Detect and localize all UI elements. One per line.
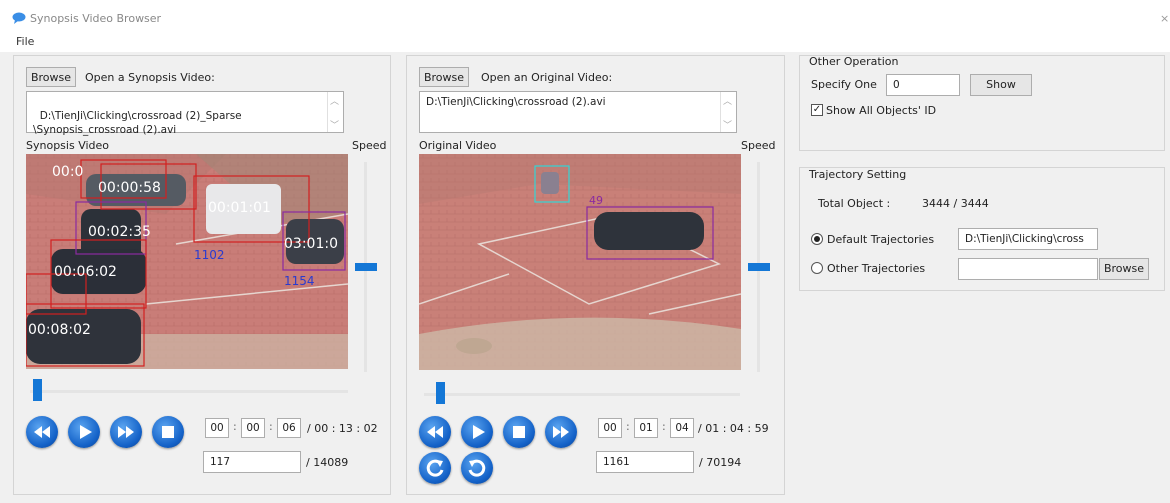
show-button[interactable]: Show — [970, 74, 1032, 96]
total-object-value: 3444 / 3444 — [922, 197, 989, 210]
original-path-scrollbar[interactable]: ︿ ﹀ — [720, 92, 736, 132]
synopsis-browse-button[interactable]: Browse — [26, 67, 76, 87]
overlay-label: 00:00:58 — [98, 180, 161, 196]
default-trajectories-path[interactable]: D:\TienJi\Clicking\cross — [958, 228, 1098, 250]
original-stop-button[interactable] — [503, 416, 535, 448]
other-trajectories-path[interactable] — [958, 258, 1098, 280]
original-video-label: Original Video — [419, 139, 497, 152]
synopsis-total-time: / 00 : 13 : 02 — [307, 422, 378, 435]
overlay-label: 00:01:01 — [208, 200, 271, 216]
original-play-button[interactable] — [461, 416, 493, 448]
original-minutes-field[interactable]: 01 — [634, 418, 658, 438]
original-frame-field[interactable]: 1161 — [596, 451, 694, 473]
original-open-label: Open an Original Video: — [481, 71, 613, 84]
original-speed-slider[interactable] — [748, 263, 770, 271]
synopsis-seconds-field[interactable]: 06 — [277, 418, 301, 438]
show-all-ids-label: Show All Objects' ID — [826, 104, 937, 117]
original-path-field[interactable]: D:\TienJi\Clicking\crossroad (2).avi — [419, 91, 737, 133]
specify-one-label: Specify One — [811, 78, 877, 91]
synopsis-seek-slider[interactable] — [33, 379, 43, 401]
specify-one-input[interactable]: 0 — [886, 74, 960, 96]
original-seek-track — [424, 393, 740, 396]
synopsis-open-label: Open a Synopsis Video: — [85, 71, 215, 84]
synopsis-speed-slider[interactable] — [355, 263, 377, 271]
rewind-icon — [34, 426, 50, 438]
overlay-label: 49 — [589, 194, 603, 207]
overlay-label: 00:08:02 — [28, 322, 91, 338]
overlay-label: 03:01:0 — [284, 236, 338, 252]
other-operation-group — [799, 55, 1165, 151]
trajectory-setting-title: Trajectory Setting — [809, 168, 907, 181]
play-button[interactable] — [68, 416, 100, 448]
other-trajectories-radio[interactable] — [811, 262, 823, 274]
checkmark-icon: ✓ — [812, 104, 822, 115]
time-separator: : — [269, 420, 273, 433]
synopsis-frame-total: / 14089 — [306, 456, 349, 469]
trajectory-browse-button[interactable]: Browse — [1099, 258, 1149, 280]
synopsis-video[interactable]: 00:0 00:00:58 00:01:01 00:02:35 00:06:02… — [26, 154, 348, 369]
rotate-left-icon — [426, 459, 444, 477]
original-rewind-button[interactable] — [419, 416, 451, 448]
rewind-button[interactable] — [26, 416, 58, 448]
title-bar — [0, 0, 1170, 32]
original-fast-forward-button[interactable] — [545, 416, 577, 448]
default-trajectories-label: Default Trajectories — [827, 233, 935, 246]
other-trajectories-label: Other Trajectories — [827, 262, 926, 275]
show-all-ids-checkbox[interactable]: ✓ — [811, 104, 823, 116]
total-object-label: Total Object : — [818, 197, 891, 210]
rotate-right-icon — [468, 459, 486, 477]
fast-forward-icon — [118, 426, 134, 438]
app-icon — [12, 12, 26, 24]
synopsis-path-text: D:\TienJi\Clicking\crossroad (2)_Sparse … — [33, 110, 242, 136]
fast-forward-icon — [553, 426, 569, 438]
menu-bar — [0, 32, 1170, 52]
play-icon — [80, 425, 92, 439]
close-icon[interactable]: × — [1160, 12, 1169, 25]
overlay-label: 1154 — [284, 274, 315, 288]
synopsis-video-label: Synopsis Video — [26, 139, 110, 152]
original-frame-total: / 70194 — [699, 456, 742, 469]
original-seconds-field[interactable]: 04 — [670, 418, 694, 438]
original-seek-slider[interactable] — [436, 382, 446, 404]
original-hours-field[interactable]: 00 — [598, 418, 622, 438]
window-title: Synopsis Video Browser — [30, 12, 162, 25]
overlay-label: 00:06:02 — [54, 264, 117, 280]
overlay-label: 00:0 — [52, 164, 83, 180]
menu-file[interactable]: File — [16, 35, 34, 48]
overlay-label: 1102 — [194, 248, 225, 262]
time-separator: : — [233, 420, 237, 433]
synopsis-path-scrollbar[interactable]: ︿ ﹀ — [327, 92, 343, 132]
original-total-time: / 01 : 04 : 59 — [698, 422, 769, 435]
other-operation-title: Other Operation — [809, 55, 899, 68]
synopsis-path-field[interactable]: D:\TienJi\Clicking\crossroad (2)_Sparse … — [26, 91, 344, 136]
default-trajectories-radio[interactable] — [811, 233, 823, 245]
synopsis-seek-track — [30, 390, 348, 393]
play-icon — [473, 425, 485, 439]
original-video[interactable]: 49 — [419, 154, 741, 370]
stop-button[interactable] — [152, 416, 184, 448]
overlay-label: 00:02:35 — [88, 224, 151, 240]
stop-icon — [513, 426, 525, 438]
stop-icon — [162, 426, 174, 438]
original-browse-button[interactable]: Browse — [419, 67, 469, 87]
sync-right-button[interactable] — [461, 452, 493, 484]
fast-forward-button[interactable] — [110, 416, 142, 448]
synopsis-frame-field[interactable]: 117 — [203, 451, 301, 473]
sync-left-button[interactable] — [419, 452, 451, 484]
synopsis-hours-field[interactable]: 00 — [205, 418, 229, 438]
original-path-text: D:\TienJi\Clicking\crossroad (2).avi — [426, 96, 606, 108]
synopsis-speed-label: Speed — [352, 139, 387, 152]
rewind-icon — [427, 426, 443, 438]
synopsis-minutes-field[interactable]: 00 — [241, 418, 265, 438]
time-separator: : — [662, 420, 666, 433]
original-speed-label: Speed — [741, 139, 776, 152]
time-separator: : — [626, 420, 630, 433]
